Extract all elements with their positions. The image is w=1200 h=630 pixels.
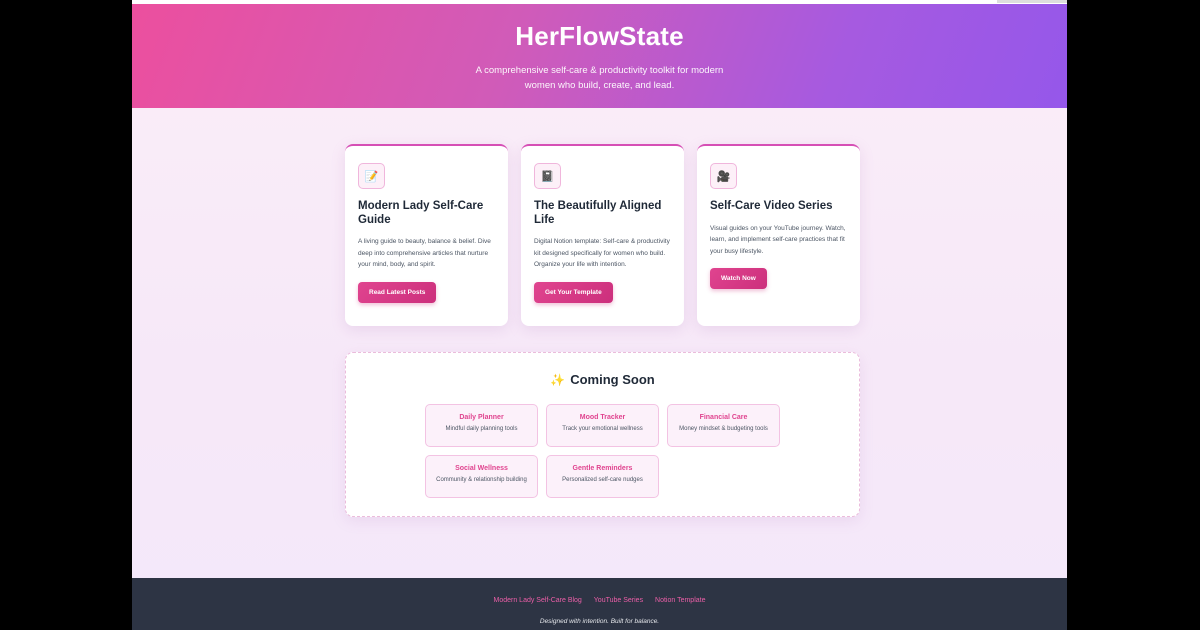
notebook-icon: 📓 <box>534 163 561 189</box>
feature-title: Financial Care <box>699 414 748 421</box>
feature-title: Social Wellness <box>455 465 508 472</box>
card-description: A living guide to beauty, balance & beli… <box>358 238 491 268</box>
site-subtitle: A comprehensive self-care & productivity… <box>475 65 724 91</box>
video-camera-icon: 🎥 <box>710 163 737 189</box>
get-your-template-button[interactable]: Get Your Template <box>534 281 613 303</box>
card-title: Modern Lady Self-Care Guide <box>358 200 484 226</box>
hero-header: HerFlowState A comprehensive self-care &… <box>132 4 1067 108</box>
card-description: Digital Notion template: Self-care & pro… <box>534 238 670 268</box>
page: HerFlowState A comprehensive self-care &… <box>132 0 1067 630</box>
feature-daily-planner: Daily Planner Mindful daily planning too… <box>425 404 538 447</box>
footer-tagline: Designed with intention. Built for balan… <box>539 618 660 625</box>
footer-link-youtube[interactable]: YouTube Series <box>594 597 643 604</box>
coming-soon-section: ✨ Coming Soon Daily Planner Mindful daily… <box>345 352 860 517</box>
feature-description: Money mindset & budgeting tools <box>679 426 768 432</box>
feature-description: Mindful daily planning tools <box>445 426 518 432</box>
feature-social-wellness: Social Wellness Community & relationship… <box>425 455 538 498</box>
feature-title: Gentle Reminders <box>572 465 633 472</box>
memo-icon: 📝 <box>358 163 385 189</box>
scrollbar-hint <box>997 0 1067 3</box>
feature-mood-tracker: Mood Tracker Track your emotional wellne… <box>546 404 659 447</box>
site-footer: Modern Lady Self-Care Blog YouTube Serie… <box>132 578 1067 630</box>
sparkles-icon: ✨ <box>550 373 566 387</box>
card-title: The Beautifully Aligned Life <box>534 200 662 226</box>
card-video-series: 🎥 Self-Care Video Series Visual guides o… <box>697 144 860 326</box>
footer-link-blog[interactable]: Modern Lady Self-Care Blog <box>494 597 582 604</box>
site-title: HerFlowState <box>515 21 684 51</box>
footer-link-notion[interactable]: Notion Template <box>655 597 705 604</box>
card-self-care-guide: 📝 Modern Lady Self-Care Guide A living g… <box>345 144 508 326</box>
feature-gentle-reminders: Gentle Reminders Personalized self-care … <box>546 455 659 498</box>
feature-description: Track your emotional wellness <box>562 426 643 432</box>
coming-soon-title: Coming Soon <box>570 372 655 387</box>
card-title: Self-Care Video Series <box>710 200 833 212</box>
coming-soon-heading: ✨ Coming Soon <box>346 372 859 387</box>
feature-description: Personalized self-care nudges <box>562 477 643 483</box>
feature-financial-care: Financial Care Money mindset & budgeting… <box>667 404 780 447</box>
read-latest-posts-button[interactable]: Read Latest Posts <box>358 281 437 303</box>
feature-cards: 📝 Modern Lady Self-Care Guide A living g… <box>345 144 860 326</box>
feature-title: Mood Tracker <box>579 414 626 421</box>
feature-description: Community & relationship building <box>436 477 527 483</box>
card-aligned-life: 📓 The Beautifully Aligned Life Digital N… <box>521 144 684 326</box>
watch-now-button[interactable]: Watch Now <box>710 268 767 289</box>
feature-title: Daily Planner <box>459 414 504 421</box>
card-description: Visual guides on your YouTube journey. W… <box>710 224 846 255</box>
footer-links: Modern Lady Self-Care Blog YouTube Serie… <box>132 597 1067 604</box>
